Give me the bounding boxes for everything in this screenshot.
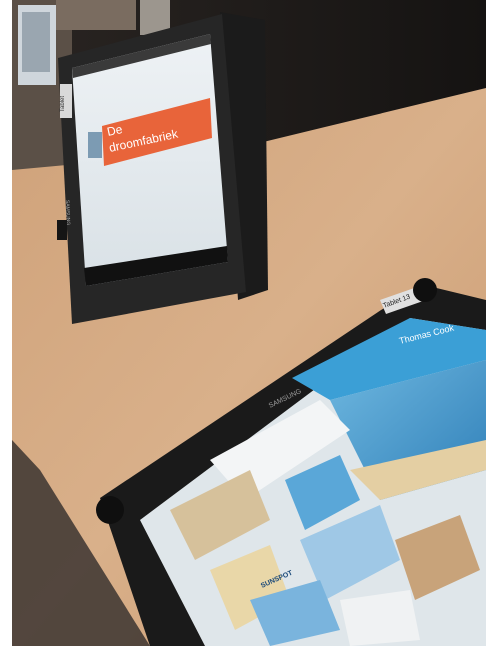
- photo-scene: De droomfabriek SAMSUNG Tablet Thomas Co…: [0, 0, 486, 646]
- upper-tablet: De droomfabriek SAMSUNG Tablet: [57, 12, 268, 324]
- photo-canvas: De droomfabriek SAMSUNG Tablet Thomas Co…: [0, 0, 486, 646]
- upper-tablet-case-tag: Tablet: [60, 96, 66, 112]
